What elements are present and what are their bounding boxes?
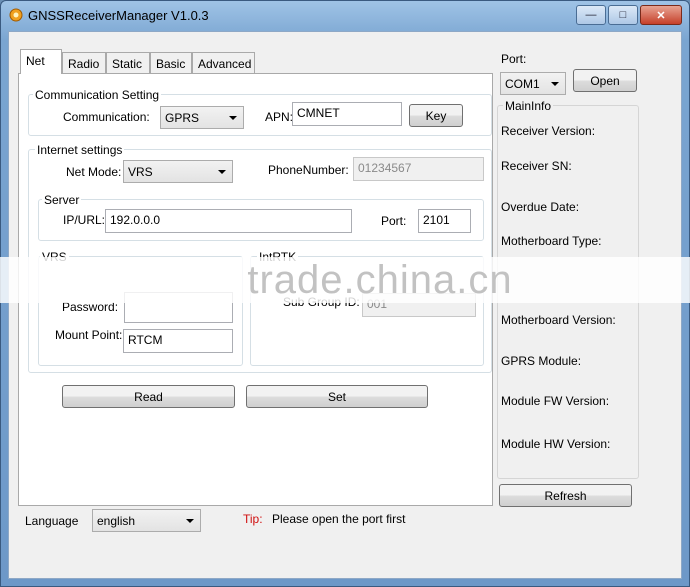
language-value: english bbox=[97, 514, 136, 528]
window-title: GNSSReceiverManager V1.0.3 bbox=[28, 8, 209, 23]
ip-input[interactable]: 192.0.0.0 bbox=[105, 209, 352, 233]
chevron-down-icon bbox=[186, 519, 194, 523]
tip-text: Please open the port first bbox=[272, 512, 406, 526]
server-label: Server bbox=[42, 193, 82, 207]
open-port-button[interactable]: Open bbox=[573, 69, 637, 92]
ip-label: IP/URL: bbox=[63, 213, 106, 227]
module-hw-version-label: Module HW Version: bbox=[501, 437, 611, 451]
minimize-icon: — bbox=[585, 9, 597, 21]
netmode-label: Net Mode: bbox=[66, 165, 122, 179]
motherboard-version-label: Motherboard Version: bbox=[501, 313, 616, 327]
close-icon: ✕ bbox=[656, 9, 666, 22]
motherboard-type-label: Motherboard Type: bbox=[501, 234, 602, 248]
communication-group-label: Communication Setting bbox=[33, 88, 162, 102]
apn-label: APN: bbox=[265, 110, 294, 124]
gear-app-icon bbox=[9, 8, 23, 22]
com-port-value: COM1 bbox=[505, 77, 540, 91]
chevron-down-icon bbox=[218, 170, 226, 174]
key-button[interactable]: Key bbox=[409, 104, 463, 127]
receiver-version-label: Receiver Version: bbox=[501, 124, 596, 138]
phone-input[interactable]: 01234567 bbox=[353, 157, 484, 181]
internet-settings-label: Internet settings bbox=[35, 143, 125, 157]
mountpoint-label: Mount Point: bbox=[55, 328, 123, 342]
chevron-down-icon bbox=[229, 116, 237, 120]
mountpoint-input[interactable]: RTCM bbox=[123, 329, 233, 353]
maximize-icon: □ bbox=[619, 9, 627, 21]
netmode-value: VRS bbox=[128, 165, 153, 179]
maininfo-label: MainInfo bbox=[503, 99, 554, 113]
communication-label: Communication: bbox=[63, 110, 150, 124]
language-select[interactable]: english bbox=[92, 509, 201, 532]
overdue-date-label: Overdue Date: bbox=[501, 200, 580, 214]
tab-radio[interactable]: Radio bbox=[62, 52, 106, 74]
title-bar[interactable]: GNSSReceiverManager V1.0.3 — □ ✕ bbox=[0, 0, 690, 30]
receiver-sn-label: Receiver SN: bbox=[501, 159, 572, 173]
chevron-down-icon bbox=[551, 82, 559, 86]
module-fw-version-label: Module FW Version: bbox=[501, 394, 610, 408]
communication-select[interactable]: GPRS bbox=[160, 106, 244, 129]
close-button[interactable]: ✕ bbox=[640, 5, 682, 25]
com-port-select[interactable]: COM1 bbox=[500, 72, 566, 95]
phone-label: PhoneNumber: bbox=[268, 163, 349, 177]
tab-advanced[interactable]: Advanced bbox=[192, 52, 255, 74]
tip-label: Tip: bbox=[243, 512, 263, 526]
gprs-module-label: GPRS Module: bbox=[501, 354, 582, 368]
port-label: Port: bbox=[381, 214, 407, 228]
tab-net[interactable]: Net bbox=[20, 49, 62, 74]
watermark-banner: trade.china.cn bbox=[0, 257, 690, 303]
refresh-button[interactable]: Refresh bbox=[499, 484, 632, 507]
set-button[interactable]: Set bbox=[246, 385, 428, 408]
communication-value: GPRS bbox=[165, 111, 200, 125]
netmode-select[interactable]: VRS bbox=[123, 160, 233, 183]
port-input[interactable]: 2101 bbox=[418, 209, 471, 233]
minimize-button[interactable]: — bbox=[576, 5, 606, 25]
language-label: Language bbox=[25, 514, 79, 528]
tab-basic[interactable]: Basic bbox=[150, 52, 192, 74]
apn-input[interactable]: CMNET bbox=[292, 102, 402, 126]
read-button[interactable]: Read bbox=[62, 385, 235, 408]
maximize-button[interactable]: □ bbox=[608, 5, 638, 25]
tab-static[interactable]: Static bbox=[106, 52, 150, 74]
port-panel-label: Port: bbox=[501, 52, 527, 66]
